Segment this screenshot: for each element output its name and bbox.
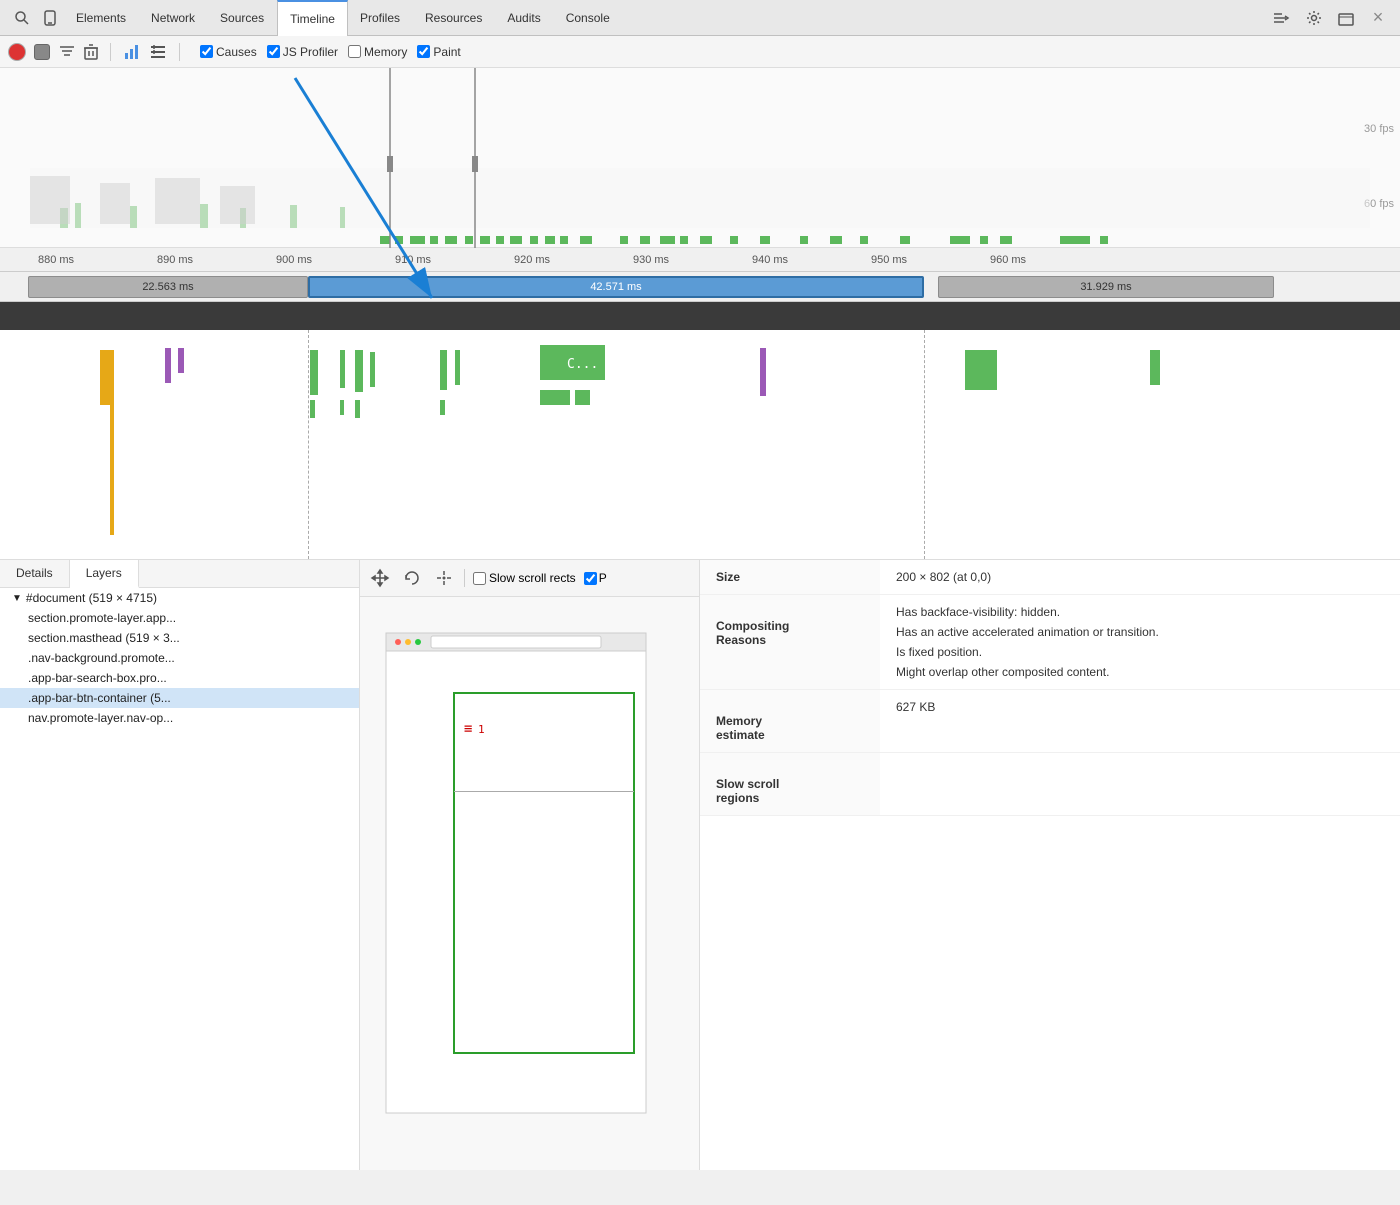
slow-scroll-label[interactable]: Slow scroll rects (473, 571, 576, 585)
bottom-panels: Details Layers ▼ #document (519 × 4715) … (0, 560, 1400, 1170)
p-label[interactable]: P (584, 571, 607, 585)
stack-frames-icon[interactable] (149, 43, 167, 61)
move-tool-icon[interactable] (368, 566, 392, 590)
tree-item-3[interactable]: .app-bar-search-box.pro... (0, 668, 359, 688)
svg-text:C...: C... (567, 357, 598, 372)
svg-text:1: 1 (478, 723, 485, 736)
frame-bar-1[interactable]: 42.571 ms (308, 276, 924, 298)
nav-profiles[interactable]: Profiles (348, 0, 413, 36)
console-drawer-icon[interactable] (1268, 4, 1296, 32)
time-axis: 880 ms 890 ms 900 ms 910 ms 920 ms 930 m… (0, 248, 1400, 272)
time-tick-920: 920 ms (514, 254, 550, 266)
tree-item-1[interactable]: section.masthead (519 × 3... (0, 628, 359, 648)
details-table: Size 200 × 802 (at 0,0) Compositing Reas… (700, 560, 1400, 816)
time-tick-930: 930 ms (633, 254, 669, 266)
left-panel: Details Layers ▼ #document (519 × 4715) … (0, 560, 360, 1170)
tree-item-4[interactable]: .app-bar-btn-container (5... (0, 688, 359, 708)
js-profiler-checkbox[interactable] (267, 45, 280, 58)
close-icon[interactable]: × (1364, 4, 1392, 32)
nav-network[interactable]: Network (139, 0, 208, 36)
memory-checkbox[interactable] (348, 45, 361, 58)
trash-icon[interactable] (84, 44, 98, 60)
record-button[interactable] (8, 43, 26, 61)
size-label: Size (700, 560, 880, 595)
layer-diagram-svg: ≡ 1 (376, 613, 676, 1143)
pan-tool-icon[interactable] (432, 566, 456, 590)
right-panel: Size 200 × 802 (at 0,0) Compositing Reas… (700, 560, 1400, 1170)
paint-checkbox[interactable] (417, 45, 430, 58)
frame-bar-0[interactable]: 22.563 ms (28, 276, 308, 298)
top-nav: Elements Network Sources Timeline Profil… (0, 0, 1400, 36)
time-tick-900: 900 ms (276, 254, 312, 266)
nav-elements[interactable]: Elements (64, 0, 139, 36)
causes-checkbox-label[interactable]: Causes (200, 45, 257, 59)
events-svg: C... (0, 330, 1400, 560)
nav-sources[interactable]: Sources (208, 0, 277, 36)
time-tick-890: 890 ms (157, 254, 193, 266)
toolbar-sep (464, 569, 465, 587)
compositing-values: Has backface-visibility: hidden. Has an … (880, 595, 1400, 690)
nav-console[interactable]: Console (554, 0, 623, 36)
compositing-reason-3: Might overlap other composited content. (896, 665, 1384, 679)
tree-item-5[interactable]: nav.promote-layer.nav-op... (0, 708, 359, 728)
dark-band (0, 302, 1400, 330)
size-row: Size 200 × 802 (at 0,0) (700, 560, 1400, 595)
time-tick-950: 950 ms (871, 254, 907, 266)
time-tick-910: 910 ms (395, 254, 431, 266)
layer-preview: ≡ 1 (360, 597, 699, 1157)
slow-scroll-checkbox[interactable] (473, 572, 486, 585)
time-tick-880: 880 ms (38, 254, 74, 266)
compositing-reason-0: Has backface-visibility: hidden. (896, 605, 1384, 619)
compositing-reason-2: Is fixed position. (896, 645, 1384, 659)
bar-chart-icon[interactable] (123, 43, 141, 61)
layer-toolbar: Slow scroll rects P (360, 560, 699, 597)
slow-scroll-label: Slow scroll regions (700, 753, 880, 816)
memory-row: Memory estimate 627 KB (700, 690, 1400, 753)
tab-details[interactable]: Details (0, 560, 70, 587)
nav-timeline[interactable]: Timeline (277, 0, 348, 36)
memory-checkbox-label[interactable]: Memory (348, 45, 407, 59)
filter-icon[interactable] (58, 43, 76, 61)
tree-item-0[interactable]: section.promote-layer.app... (0, 608, 359, 628)
p-checkbox[interactable] (584, 572, 597, 585)
causes-checkbox[interactable] (200, 45, 213, 58)
timeline-toolbar: Causes JS Profiler Memory Paint (0, 36, 1400, 68)
time-tick-960: 960 ms (990, 254, 1026, 266)
rotate-tool-icon[interactable] (400, 566, 424, 590)
js-profiler-checkbox-label[interactable]: JS Profiler (267, 45, 338, 59)
slow-scroll-row: Slow scroll regions (700, 753, 1400, 816)
frame-bar-2[interactable]: 31.929 ms (938, 276, 1274, 298)
settings-icon[interactable] (1300, 4, 1328, 32)
tree-root[interactable]: ▼ #document (519 × 4715) (0, 588, 359, 608)
compositing-reason-1: Has an active accelerated animation or t… (896, 625, 1384, 639)
memory-value: 627 KB (880, 690, 1400, 753)
mobile-icon[interactable] (36, 4, 64, 32)
slow-scroll-value (880, 753, 1400, 816)
nav-resources[interactable]: Resources (413, 0, 495, 36)
time-tick-940: 940 ms (752, 254, 788, 266)
compositing-row: Compositing Reasons Has backface-visibil… (700, 595, 1400, 690)
events-area: C... (0, 330, 1400, 560)
paint-checkbox-label[interactable]: Paint (417, 45, 460, 59)
search-icon[interactable] (8, 4, 36, 32)
svg-text:≡: ≡ (464, 721, 472, 737)
fps-ruler: 30 fps 60 fps (0, 68, 1400, 248)
tree-item-2[interactable]: .nav-background.promote... (0, 648, 359, 668)
middle-panel: Slow scroll rects P (360, 560, 700, 1170)
checkbox-group: Causes JS Profiler Memory Paint (200, 45, 461, 59)
tab-layers[interactable]: Layers (70, 560, 139, 588)
memory-label: Memory estimate (700, 690, 880, 753)
undock-icon[interactable] (1332, 4, 1360, 32)
stop-button[interactable] (34, 44, 50, 60)
size-value: 200 × 802 (at 0,0) (880, 560, 1400, 595)
panel-tabs: Details Layers (0, 560, 359, 588)
nav-audits[interactable]: Audits (495, 0, 553, 36)
frame-bars: 22.563 ms 42.571 ms 31.929 ms (0, 272, 1400, 302)
compositing-label: Compositing Reasons (700, 595, 880, 690)
